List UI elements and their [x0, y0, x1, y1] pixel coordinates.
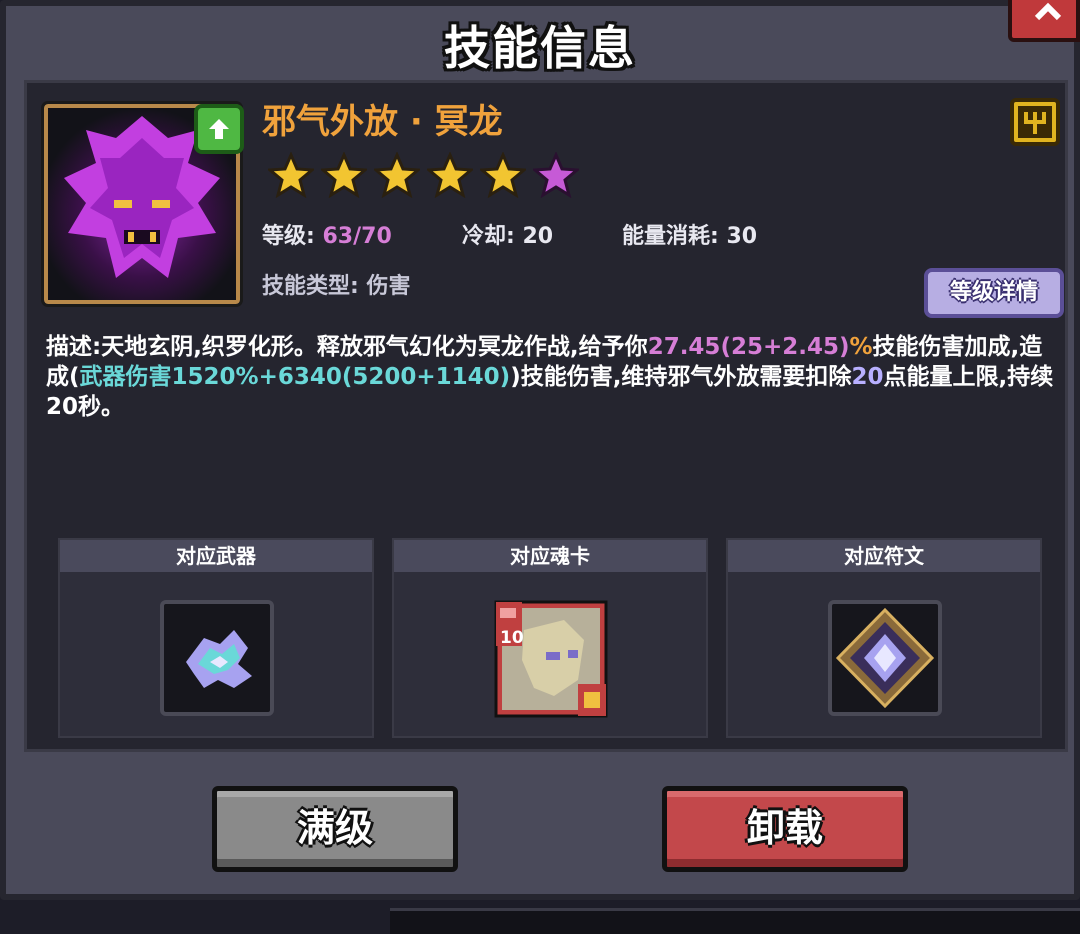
type-value: 伤害 [366, 274, 411, 299]
type-label: 技能类型: [262, 274, 359, 299]
level-label: 等级: [262, 224, 315, 249]
cooldown-value: 20 [522, 224, 554, 249]
energy-value: 30 [726, 224, 758, 249]
star-rating [268, 152, 579, 198]
weapon-item[interactable] [160, 600, 274, 716]
desc-text-3: )技能伤害,维持邪气外放需要扣除 [510, 364, 852, 390]
upgrade-arrow-icon [209, 119, 229, 139]
rune-icon [835, 607, 935, 709]
soul-card-level: 10 [500, 628, 524, 648]
energy-label: 能量消耗: [622, 224, 719, 249]
star-icon [321, 152, 367, 198]
weapon-slot: 对应武器 [58, 538, 374, 738]
unload-button[interactable]: 卸载 [662, 786, 908, 872]
cooldown-label: 冷却: [462, 224, 515, 249]
upgrade-badge [194, 104, 244, 154]
level-stat: 等级: 63/70 [262, 218, 392, 250]
rune-slot: 对应符文 [726, 538, 1042, 738]
desc-bonus-value: 27.45(25+2.45) [647, 334, 850, 360]
max-level-button[interactable]: 满级 [212, 786, 458, 872]
bottom-bar [390, 908, 1080, 934]
skill-name: 邪气外放 · 冥龙 [262, 102, 503, 142]
dialog-title: 技能信息 [444, 21, 636, 75]
weapon-slot-header: 对应武器 [60, 540, 372, 572]
desc-energy-cost: 20 [851, 364, 884, 390]
star-icon [374, 152, 420, 198]
desc-text-1: 描述:天地玄阴,织罗化形。释放邪气幻化为冥龙作战,给予你 [46, 334, 648, 360]
skill-type: 技能类型: 伤害 [262, 268, 411, 300]
rune-item[interactable] [828, 600, 942, 716]
star-icon [480, 152, 526, 198]
desc-damage-formula: 武器伤害1520%+6340(5200+1140) [79, 364, 511, 390]
star-icon [268, 152, 314, 198]
skill-description: 描述:天地玄阴,织罗化形。释放邪气幻化为冥龙作战,给予你27.45(25+2.4… [46, 332, 1056, 422]
weapon-icon [186, 630, 252, 688]
rune-slot-header: 对应符文 [728, 540, 1040, 572]
star-icon [427, 152, 473, 198]
level-value: 63/70 [322, 224, 392, 249]
rank-trident-icon[interactable] [1010, 98, 1060, 146]
soul-card-icon [494, 600, 608, 718]
close-icon [1034, 2, 1062, 21]
soul-card-slot-header: 对应魂卡 [394, 540, 706, 572]
cooldown-stat: 冷却: 20 [462, 218, 553, 250]
soul-card-slot: 对应魂卡 10 [392, 538, 708, 738]
desc-percent: % [849, 334, 873, 360]
energy-stat: 能量消耗: 30 [622, 218, 757, 250]
level-detail-button[interactable]: 等级详情 [924, 268, 1064, 318]
purple-star-icon [533, 152, 579, 198]
soul-card-item[interactable]: 10 [494, 600, 608, 718]
close-button[interactable] [1008, 0, 1080, 42]
skill-info-dialog: 技能信息 邪气外放 · 冥龙 等级: 63/70 冷却: 20 能量消耗: 30… [0, 0, 1080, 900]
